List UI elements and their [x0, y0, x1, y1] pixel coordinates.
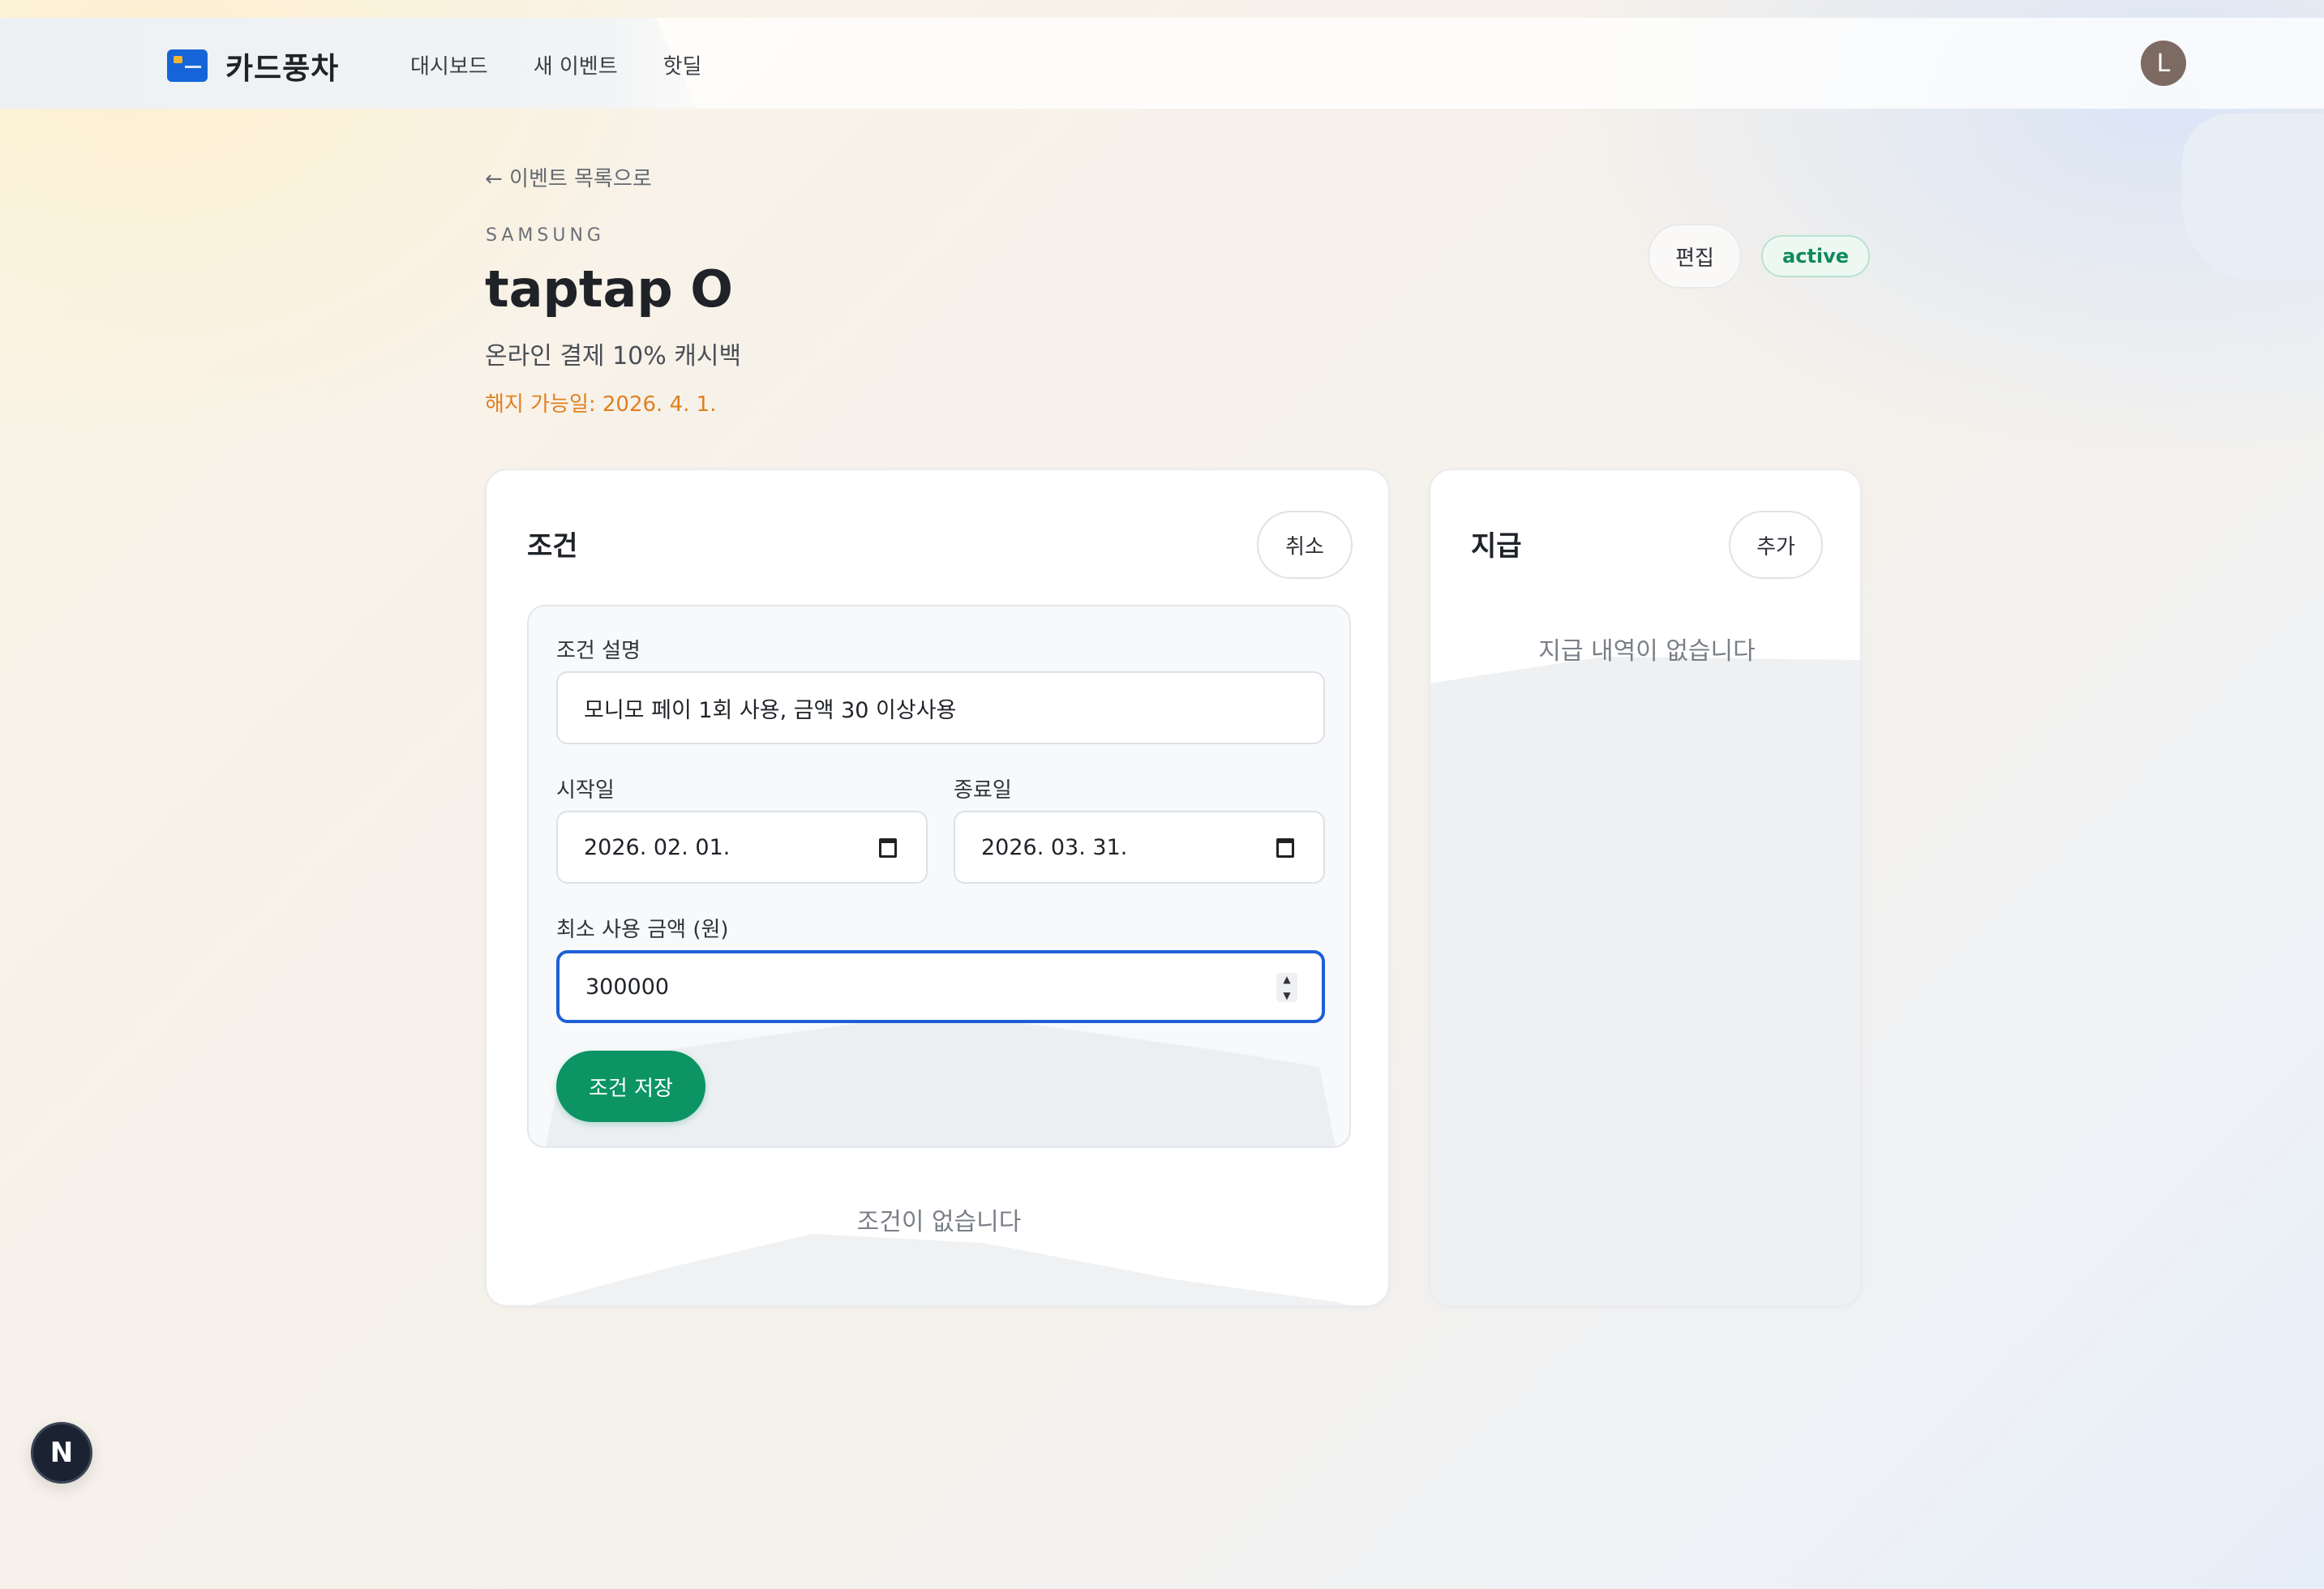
- payments-title: 지급: [1471, 530, 1522, 563]
- start-date-value: 2026. 02. 01.: [584, 834, 731, 860]
- conditions-panel: 조건 취소 조건 설명 모니모 페이 1회 사용, 금액 30 이상사용 시작일…: [485, 469, 1390, 1307]
- nextjs-dev-indicator[interactable]: N: [31, 1422, 92, 1484]
- background-blob: [2182, 114, 2324, 280]
- end-date-value: 2026. 03. 31.: [981, 834, 1128, 860]
- description-value: 모니모 페이 1회 사용, 금액 30 이상사용: [584, 697, 957, 723]
- end-date-input[interactable]: 2026. 03. 31.: [954, 811, 1325, 884]
- start-date-input[interactable]: 2026. 02. 01.: [556, 811, 928, 884]
- user-avatar[interactable]: L: [2141, 41, 2186, 86]
- event-subtitle: 온라인 결제 10% 캐시백: [485, 342, 742, 370]
- number-stepper[interactable]: ▲ ▼: [1276, 973, 1297, 1002]
- credit-card-icon: [167, 49, 208, 82]
- end-date-label: 종료일: [954, 778, 1012, 803]
- description-input[interactable]: 모니모 페이 1회 사용, 금액 30 이상사용: [556, 671, 1325, 744]
- card-issuer: SAMSUNG: [486, 225, 605, 246]
- description-label: 조건 설명: [556, 639, 641, 663]
- top-navigation-bar: 카드풍차 대시보드 새 이벤트 핫딜 L: [0, 18, 2324, 109]
- nav-hot-deals[interactable]: 핫딜: [663, 50, 702, 80]
- nav-dashboard[interactable]: 대시보드: [410, 50, 488, 80]
- nav-new-event[interactable]: 새 이벤트: [534, 50, 618, 80]
- conditions-empty-state: 조건이 없습니다: [856, 1208, 1022, 1236]
- calendar-icon[interactable]: [1276, 838, 1294, 858]
- cancel-date: 해지 가능일: 2026. 4. 1.: [485, 392, 717, 417]
- min-amount-label: 최소 사용 금액 (원): [556, 918, 729, 942]
- payments-panel: 지급 추가 지급 내역이 없습니다: [1429, 469, 1862, 1307]
- back-to-events-link[interactable]: ← 이벤트 목록으로: [485, 162, 652, 192]
- stepper-down-icon[interactable]: ▼: [1283, 989, 1290, 1002]
- save-condition-button[interactable]: 조건 저장: [556, 1051, 705, 1122]
- conditions-title: 조건: [527, 530, 578, 563]
- condition-form: 조건 설명 모니모 페이 1회 사용, 금액 30 이상사용 시작일 2026.…: [527, 605, 1351, 1148]
- min-amount-input[interactable]: 300000 ▲ ▼: [556, 950, 1325, 1023]
- start-date-label: 시작일: [556, 778, 615, 803]
- brand-logo-link[interactable]: 카드풍차: [167, 44, 339, 88]
- payments-empty-state: 지급 내역이 없습니다: [1538, 637, 1756, 666]
- page-title: taptap O: [485, 259, 734, 319]
- status-badge: active: [1761, 235, 1871, 277]
- stepper-up-icon[interactable]: ▲: [1283, 973, 1290, 986]
- brand-name: 카드풍차: [225, 51, 340, 86]
- add-payment-button[interactable]: 추가: [1729, 511, 1823, 579]
- main-nav: 대시보드 새 이벤트 핫딜: [410, 50, 701, 80]
- edit-button[interactable]: 편집: [1648, 224, 1742, 289]
- cancel-button[interactable]: 취소: [1257, 511, 1353, 579]
- min-amount-value: 300000: [585, 974, 670, 1000]
- calendar-icon[interactable]: [879, 838, 897, 858]
